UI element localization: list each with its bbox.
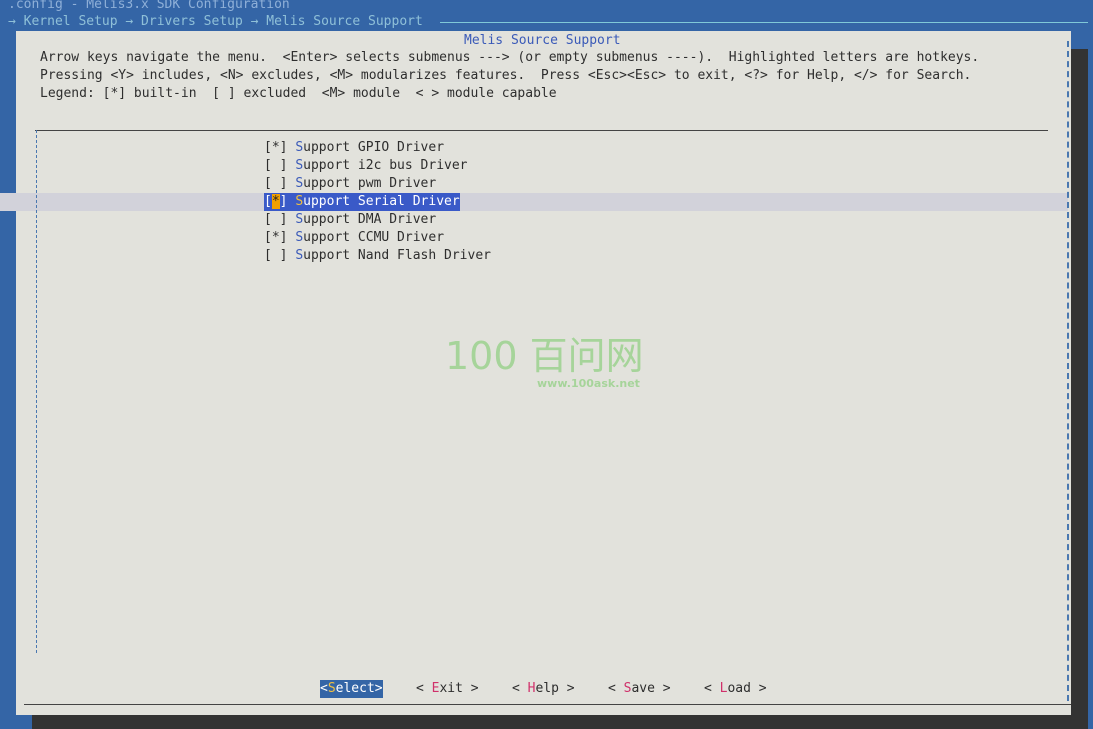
divider bbox=[440, 22, 1088, 23]
menu-item[interactable]: [*] Support Serial Driver bbox=[264, 193, 460, 211]
menu-item-label: upport DMA Driver bbox=[303, 212, 437, 227]
checkbox[interactable]: [ ] bbox=[264, 158, 287, 173]
help-text: Arrow keys navigate the menu. <Enter> se… bbox=[40, 50, 980, 65]
menu-item[interactable]: [ ] Support i2c bus Driver bbox=[264, 157, 468, 175]
select-button[interactable]: <Select> bbox=[320, 680, 383, 698]
exit-button[interactable]: < Exit > bbox=[416, 680, 479, 698]
breadcrumb: → Kernel Setup → Drivers Setup → Melis S… bbox=[8, 14, 423, 29]
load-button[interactable]: < Load > bbox=[704, 680, 767, 698]
menu-item-label: upport GPIO Driver bbox=[303, 140, 445, 155]
hotkey: S bbox=[295, 230, 304, 245]
menu-item-label: upport Serial Driver bbox=[303, 194, 460, 209]
menu-item-label: upport pwm Driver bbox=[303, 176, 437, 191]
menu-border bbox=[36, 130, 37, 653]
checkbox[interactable]: [ ] bbox=[264, 212, 287, 227]
hotkey: S bbox=[295, 140, 304, 155]
help-text: Pressing <Y> includes, <N> excludes, <M>… bbox=[40, 68, 972, 83]
hotkey: S bbox=[295, 158, 304, 173]
menu-item[interactable]: [*] Support GPIO Driver bbox=[264, 139, 444, 157]
checkbox[interactable]: [ ] bbox=[264, 176, 287, 191]
menu-item-label: upport i2c bus Driver bbox=[303, 158, 468, 173]
divider bbox=[24, 704, 1071, 705]
menu-item[interactable]: [ ] Support DMA Driver bbox=[264, 211, 436, 229]
window-title: .config - Melis3.x SDK Configuration bbox=[8, 0, 290, 12]
help-button[interactable]: < Help > bbox=[512, 680, 575, 698]
watermark-logo: 100 百问网 www.100ask.net bbox=[445, 334, 644, 390]
hotkey: S bbox=[295, 194, 304, 209]
menu-item-label: upport CCMU Driver bbox=[303, 230, 445, 245]
checkbox[interactable]: [*] bbox=[264, 194, 287, 209]
dialog-title: Melis Source Support bbox=[464, 33, 621, 48]
checkbox[interactable]: [*] bbox=[264, 140, 287, 155]
checkbox[interactable]: [*] bbox=[264, 230, 287, 245]
hotkey: S bbox=[295, 212, 304, 227]
hotkey: S bbox=[295, 176, 304, 191]
menu-item[interactable]: [*] Support CCMU Driver bbox=[264, 229, 444, 247]
menu-border bbox=[35, 130, 1048, 131]
dialog-shadow bbox=[1071, 49, 1088, 729]
save-button[interactable]: < Save > bbox=[608, 680, 671, 698]
checkbox[interactable]: [ ] bbox=[264, 248, 287, 263]
scrollbar[interactable] bbox=[1067, 41, 1069, 701]
legend-text: Legend: [*] built-in [ ] excluded <M> mo… bbox=[40, 86, 557, 101]
menu-item-label: upport Nand Flash Driver bbox=[303, 248, 491, 263]
hotkey: S bbox=[295, 248, 304, 263]
menu-item[interactable]: [ ] Support Nand Flash Driver bbox=[264, 247, 491, 265]
menu-item[interactable]: [ ] Support pwm Driver bbox=[264, 175, 436, 193]
dialog-shadow bbox=[32, 715, 1088, 729]
selected-row-highlight bbox=[0, 193, 1068, 211]
